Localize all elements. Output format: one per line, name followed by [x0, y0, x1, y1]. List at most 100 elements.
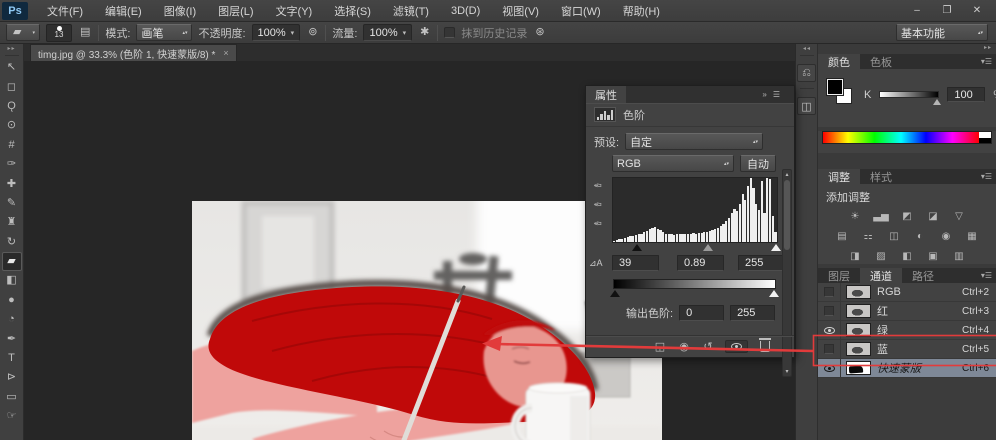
tool-history-brush[interactable]: ↻: [2, 233, 22, 252]
k-slider-handle[interactable]: [933, 99, 941, 105]
collapsed-panel-icon-history[interactable]: ⎌: [797, 64, 816, 82]
collapse-panel-icon[interactable]: »: [762, 90, 766, 99]
output-shadow-input[interactable]: 0: [679, 305, 724, 321]
shadow-slider[interactable]: [632, 244, 642, 251]
panel-menu-icon[interactable]: ▾☰: [981, 169, 996, 184]
adjustment-icon-curves[interactable]: ◩: [899, 210, 916, 224]
menu-window[interactable]: 窗口(W): [550, 0, 612, 21]
menu-type[interactable]: 文字(Y): [265, 0, 324, 21]
visibility-toggle-red[interactable]: [818, 302, 841, 320]
pressure-opacity-icon[interactable]: ⊚: [306, 27, 319, 38]
output-highlight-input[interactable]: 255: [730, 305, 775, 321]
menu-image[interactable]: 图像(I): [153, 0, 207, 21]
adjustment-icon-brightness-contrast[interactable]: ☀: [847, 210, 864, 224]
spectrum-gradient[interactable]: [823, 132, 979, 143]
gray-point-eyedropper-icon[interactable]: ✑: [590, 198, 605, 213]
foreground-color-swatch[interactable]: [827, 79, 843, 95]
tool-hand[interactable]: ☞: [2, 407, 22, 426]
black-point-eyedropper-icon[interactable]: ✑: [590, 179, 605, 194]
document-tab[interactable]: timg.jpg @ 33.3% (色阶 1, 快速蒙版/8) * ×: [30, 44, 237, 61]
black-white-wells[interactable]: [979, 132, 991, 143]
adjustment-icon-threshold[interactable]: ◧: [899, 250, 916, 264]
output-shadow-slider[interactable]: [610, 290, 620, 297]
close-button[interactable]: ✕: [964, 3, 990, 19]
collapsed-panel-icon-info[interactable]: ◫: [797, 97, 816, 115]
channel-select[interactable]: RGB ▴▾: [612, 155, 734, 172]
brush-preset-picker[interactable]: 13: [46, 24, 72, 42]
menu-edit[interactable]: 编辑(E): [94, 0, 153, 21]
tool-type[interactable]: T: [2, 349, 22, 368]
tab-layers[interactable]: 图层: [818, 268, 860, 283]
visibility-toggle-rgb[interactable]: [818, 283, 841, 301]
menu-filter[interactable]: 滤镜(T): [382, 0, 440, 21]
tool-dodge[interactable]: ◔: [2, 310, 22, 329]
channel-row-rgb[interactable]: RGBCtrl+2: [818, 283, 996, 302]
adjustment-icon-photo-filter[interactable]: ◐: [912, 230, 929, 244]
highlight-slider[interactable]: [771, 244, 781, 251]
adjustment-icon-channel-mixer[interactable]: ◉: [938, 230, 955, 244]
tool-clone-stamp[interactable]: ♜: [2, 213, 22, 232]
adjustment-icon-color-lookup[interactable]: ▦: [964, 230, 981, 244]
channel-row-red[interactable]: 红Ctrl+3: [818, 302, 996, 321]
channel-row-blue[interactable]: 蓝Ctrl+5: [818, 340, 996, 359]
scroll-down-icon[interactable]: ▾: [783, 368, 791, 375]
channel-row-green[interactable]: 绿Ctrl+4: [818, 321, 996, 340]
collapse-tools-icon[interactable]: ▸▸: [7, 44, 15, 54]
k-value-input[interactable]: 100: [947, 87, 985, 102]
panel-menu-icon[interactable]: ▾☰: [981, 54, 996, 69]
tool-blur[interactable]: ●: [2, 291, 22, 310]
clip-to-layer-icon[interactable]: ◱: [653, 340, 667, 353]
output-highlight-slider[interactable]: [769, 290, 779, 297]
panel-menu-icon[interactable]: ▾☰: [981, 268, 996, 283]
mode-select[interactable]: 画笔 ▴▾: [136, 24, 192, 41]
previous-state-icon[interactable]: ◉: [677, 340, 691, 353]
menu-layer[interactable]: 图层(L): [207, 0, 264, 21]
adjustment-icon-selective-color[interactable]: ▥: [951, 250, 968, 264]
tool-brush[interactable]: ✎: [2, 194, 22, 213]
panel-menu-icon[interactable]: ☰: [773, 90, 780, 99]
tool-pen[interactable]: ✒: [2, 329, 22, 348]
tab-channels[interactable]: 通道: [860, 268, 902, 283]
preset-select[interactable]: 自定 ▴▾: [625, 133, 763, 150]
tool-preset-picker[interactable]: ▰ ▾: [6, 24, 40, 41]
delete-icon[interactable]: [758, 341, 772, 352]
tool-healing[interactable]: ✚: [2, 174, 22, 193]
midtone-slider[interactable]: [703, 244, 713, 251]
adjustment-icon-vibrance[interactable]: ▽: [951, 210, 968, 224]
flow-input[interactable]: 100% ▾: [363, 24, 412, 41]
k-slider[interactable]: [879, 91, 939, 98]
restore-button[interactable]: ❐: [934, 3, 960, 19]
erase-to-history-checkbox[interactable]: [444, 27, 455, 38]
adjustment-icon-gradient-map[interactable]: ▣: [925, 250, 942, 264]
visibility-toggle-green[interactable]: [818, 321, 841, 339]
adjustment-icon-posterize[interactable]: ▨: [873, 250, 890, 264]
menu-file[interactable]: 文件(F): [36, 0, 94, 21]
adjustment-icon-invert[interactable]: ◨: [847, 250, 864, 264]
adjustment-icon-black-white[interactable]: ◫: [886, 230, 903, 244]
tab-color[interactable]: 颜色: [818, 54, 860, 69]
brush-pressure-icon[interactable]: ⊛: [533, 27, 546, 38]
tool-crop[interactable]: #: [2, 136, 22, 155]
adjustment-icon-color-balance[interactable]: ⚏: [860, 230, 877, 244]
collapse-dock-icon[interactable]: ▸▸: [802, 44, 810, 54]
tool-gradient[interactable]: ◧: [2, 271, 22, 290]
tool-path-select[interactable]: ⊳: [2, 368, 22, 387]
menu-select[interactable]: 选择(S): [323, 0, 382, 21]
menu-help[interactable]: 帮助(H): [612, 0, 671, 21]
tool-shape[interactable]: ▭: [2, 388, 22, 407]
tool-eyedropper[interactable]: ✑: [2, 155, 22, 174]
channel-row-quickmask[interactable]: 快速蒙版Ctrl+6: [818, 359, 996, 378]
menu-3d[interactable]: 3D(D): [440, 0, 491, 21]
highlight-input[interactable]: 255: [738, 255, 783, 271]
tab-styles[interactable]: 样式: [860, 169, 902, 184]
close-document-icon[interactable]: ×: [223, 48, 228, 58]
shadow-input[interactable]: 39: [612, 255, 659, 271]
opacity-input[interactable]: 100% ▾: [252, 24, 301, 41]
scroll-up-icon[interactable]: ▴: [783, 171, 791, 178]
tool-move[interactable]: ↖: [2, 58, 22, 77]
visibility-toggle-blue[interactable]: [818, 340, 841, 358]
reset-icon[interactable]: ↺: [701, 340, 715, 353]
tab-swatches[interactable]: 色板: [860, 54, 902, 69]
tool-lasso[interactable]: Ǫ: [2, 97, 22, 116]
midtone-input[interactable]: 0.89: [677, 255, 724, 271]
